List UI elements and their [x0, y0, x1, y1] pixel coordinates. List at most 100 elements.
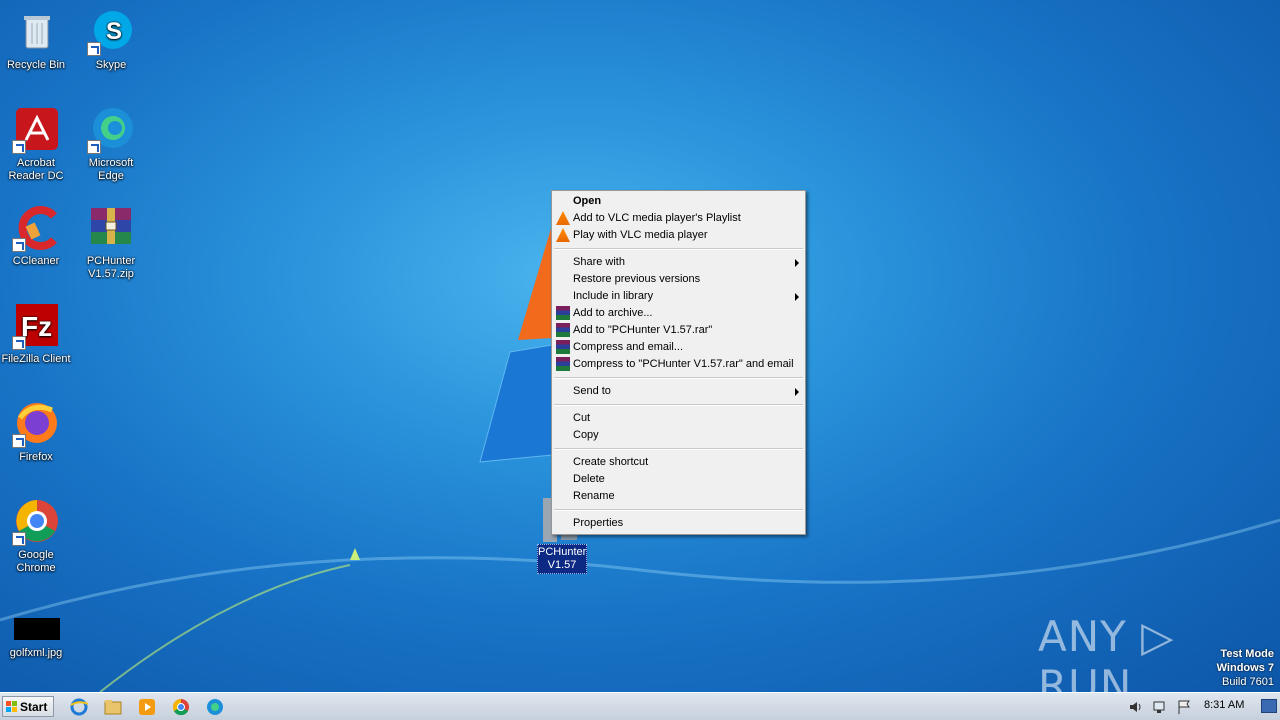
- vlc-icon: [556, 228, 570, 242]
- menu-item-properties[interactable]: Properties: [552, 515, 805, 532]
- explorer-folder-icon[interactable]: [103, 697, 123, 717]
- action-center-flag-icon[interactable]: [1176, 699, 1192, 715]
- test-mode-watermark: Test Mode Windows 7 Build 7601: [1217, 647, 1274, 689]
- menu-item-label: Add to archive...: [573, 307, 653, 319]
- menu-item-label: Properties: [573, 517, 624, 529]
- menu-item-rename[interactable]: Rename: [552, 488, 805, 505]
- menu-separator: [554, 248, 803, 250]
- chrome-taskbar-icon[interactable]: [171, 697, 191, 717]
- shortcut-arrow-icon: [87, 140, 101, 154]
- menu-separator: [554, 404, 803, 406]
- desktop-icon-label: PCHunter V1.57.zip: [86, 255, 136, 280]
- submenu-arrow-icon: [795, 388, 799, 396]
- clock[interactable]: 8:31 AM: [1204, 699, 1244, 711]
- shortcut-arrow-icon: [12, 140, 26, 154]
- menu-item-label: Create shortcut: [573, 456, 649, 468]
- desktop-icon-filezilla[interactable]: Fz FileZilla Client: [0, 296, 74, 366]
- volume-icon[interactable]: [1128, 699, 1144, 715]
- menu-item-open[interactable]: Open: [552, 193, 805, 210]
- network-icon[interactable]: [1152, 699, 1168, 715]
- menu-item-cut[interactable]: Cut: [552, 410, 805, 427]
- menu-item-label: Cut: [573, 412, 591, 424]
- shortcut-arrow-icon: [12, 238, 26, 252]
- menu-item-label: Copy: [573, 429, 599, 441]
- menu-item-include-in-library[interactable]: Include in library: [552, 288, 805, 305]
- menu-item-copy[interactable]: Copy: [552, 427, 805, 444]
- shortcut-arrow-icon: [87, 42, 101, 56]
- submenu-arrow-icon: [795, 259, 799, 267]
- image-file-icon: [12, 614, 60, 644]
- menu-item-label: Send to: [573, 385, 611, 397]
- menu-item-label: Play with VLC media player: [573, 229, 708, 241]
- menu-item-share-with[interactable]: Share with: [552, 254, 805, 271]
- menu-item-label: Add to "PCHunter V1.57.rar": [573, 324, 713, 336]
- svg-text:S: S: [106, 18, 122, 45]
- menu-item-label: Delete: [573, 473, 605, 485]
- vlc-icon: [556, 211, 570, 225]
- desktop-icon-chrome[interactable]: Google Chrome: [0, 492, 74, 575]
- menu-item-compress-and-email[interactable]: Compress and email...: [552, 339, 805, 356]
- watermark-line: Build 7601: [1222, 676, 1274, 688]
- winrar-archive-icon: [87, 204, 135, 252]
- menu-item-label: Open: [573, 195, 602, 207]
- menu-item-label: Add to VLC media player's Playlist: [573, 212, 741, 224]
- chrome-icon: [12, 498, 60, 546]
- menu-item-compress-to-rar-and-email[interactable]: Compress to "PCHunter V1.57.rar" and ema…: [552, 356, 805, 373]
- desktop-icon-label: Google Chrome: [16, 549, 56, 574]
- ccleaner-icon: [12, 204, 60, 252]
- edge-taskbar-icon[interactable]: [205, 697, 225, 717]
- filezilla-icon: Fz: [12, 302, 60, 350]
- menu-item-restore-previous-versions[interactable]: Restore previous versions: [552, 271, 805, 288]
- menu-item-vlc-add-playlist[interactable]: Add to VLC media player's Playlist: [552, 210, 805, 227]
- start-button[interactable]: Start: [2, 696, 54, 717]
- shortcut-arrow-icon: [12, 336, 26, 350]
- menu-item-label: Restore previous versions: [573, 273, 701, 285]
- submenu-arrow-icon: [795, 293, 799, 301]
- context-menu: Open Add to VLC media player's Playlist …: [551, 190, 806, 535]
- menu-item-label: Compress to "PCHunter V1.57.rar" and ema…: [573, 358, 794, 370]
- watermark-line: Windows 7: [1216, 662, 1274, 674]
- media-player-icon[interactable]: [137, 697, 157, 717]
- desktop-icon-label: CCleaner: [12, 255, 60, 267]
- desktop[interactable]: Recycle Bin S Skype Acrobat Reader DC Mi…: [0, 0, 1280, 692]
- menu-item-vlc-play[interactable]: Play with VLC media player: [552, 227, 805, 244]
- windows-logo-icon: [6, 701, 17, 712]
- menu-item-send-to[interactable]: Send to: [552, 383, 805, 400]
- menu-item-create-shortcut[interactable]: Create shortcut: [552, 454, 805, 471]
- desktop-icon-golfxml[interactable]: golfxml.jpg: [0, 608, 74, 660]
- recycle-bin-icon: [12, 8, 60, 56]
- system-tray: [1124, 696, 1278, 718]
- desktop-icon-recycle-bin[interactable]: Recycle Bin: [0, 2, 74, 72]
- acrobat-icon: [12, 106, 60, 154]
- edge-icon: [87, 106, 135, 154]
- show-desktop-button[interactable]: [1261, 699, 1277, 713]
- taskbar: Start 8:31 AM: [0, 692, 1280, 720]
- watermark-line: Test Mode: [1220, 648, 1274, 660]
- desktop-icon-label: Microsoft Edge: [88, 157, 134, 182]
- menu-separator: [554, 377, 803, 379]
- shortcut-arrow-icon: [12, 532, 26, 546]
- desktop-icon-ccleaner[interactable]: CCleaner: [0, 198, 74, 268]
- shortcut-arrow-icon: [12, 434, 26, 448]
- winrar-icon: [556, 340, 570, 354]
- desktop-icon-label: FileZilla Client: [1, 353, 71, 365]
- menu-item-add-to-archive[interactable]: Add to archive...: [552, 305, 805, 322]
- start-label: Start: [20, 700, 48, 714]
- winrar-icon: [556, 306, 570, 320]
- firefox-icon: [12, 400, 60, 448]
- menu-item-delete[interactable]: Delete: [552, 471, 805, 488]
- desktop-icon-label: Recycle Bin: [6, 59, 66, 71]
- desktop-icon-acrobat[interactable]: Acrobat Reader DC: [0, 100, 74, 183]
- desktop-icon-edge[interactable]: Microsoft Edge: [73, 100, 149, 183]
- winrar-icon: [556, 357, 570, 371]
- desktop-icon-pchunter-zip[interactable]: PCHunter V1.57.zip: [73, 198, 149, 281]
- desktop-icon-label: Skype: [95, 59, 127, 71]
- menu-item-add-to-rar[interactable]: Add to "PCHunter V1.57.rar": [552, 322, 805, 339]
- desktop-icon-firefox[interactable]: Firefox: [0, 394, 74, 464]
- menu-item-label: Rename: [573, 490, 615, 502]
- menu-separator: [554, 448, 803, 450]
- desktop-icon-skype[interactable]: S Skype: [73, 2, 149, 72]
- internet-explorer-icon[interactable]: [69, 697, 89, 717]
- menu-item-label: Share with: [573, 256, 625, 268]
- desktop-icon-label: golfxml.jpg: [9, 647, 63, 659]
